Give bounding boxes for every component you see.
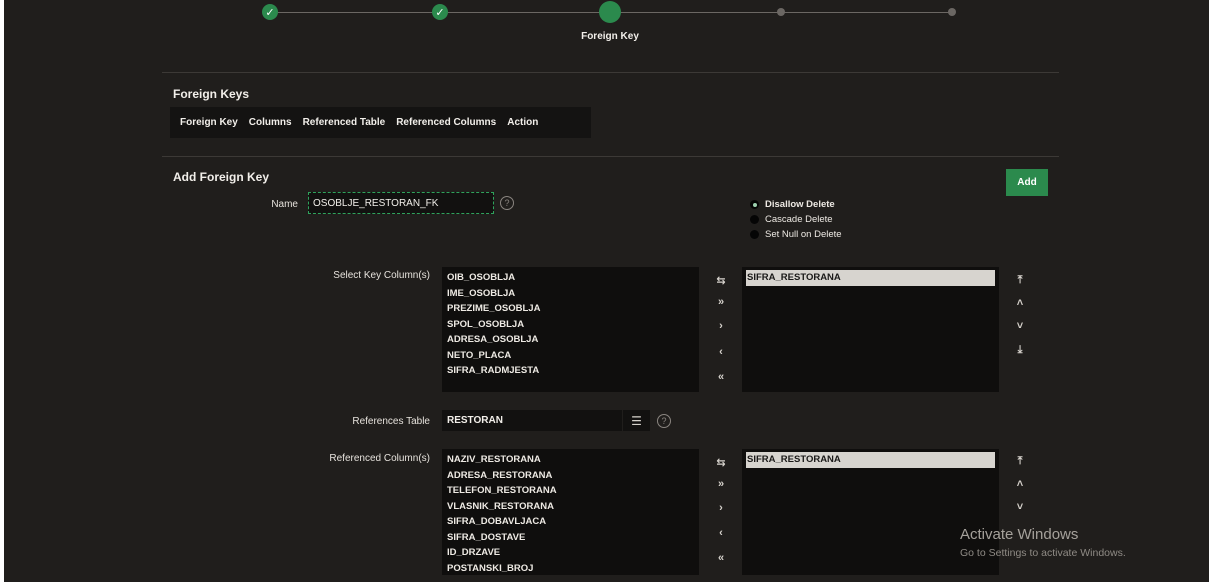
remove-all-icon[interactable]: « [711, 548, 731, 568]
wizard-line-4 [781, 12, 952, 13]
radio-label: Set Null on Delete [765, 229, 842, 240]
remove-icon[interactable]: ‹ [711, 523, 731, 543]
references-table-label: References Table [352, 416, 430, 427]
list-item[interactable]: SIFRA_DOBAVLJACA [446, 514, 695, 530]
move-all-icon[interactable]: » [711, 292, 731, 312]
wizard-line-2 [440, 12, 610, 13]
list-item[interactable]: PREZIME_OSOBLJA [446, 301, 695, 317]
key-selected-list[interactable]: SIFRA_RESTORANA [742, 267, 999, 392]
list-item[interactable]: ADRESA_RESTORANA [446, 468, 695, 484]
list-item[interactable]: SPOL_OSOBLJA [446, 317, 695, 333]
move-bottom-icon[interactable]: ⤓ [1010, 340, 1030, 360]
radio-label: Disallow Delete [765, 199, 835, 210]
divider [162, 72, 1059, 73]
radio-disallow-delete[interactable]: Disallow Delete [750, 197, 842, 212]
remove-icon[interactable]: ‹ [711, 342, 731, 362]
wizard-line-3 [610, 12, 781, 13]
add-button[interactable]: Add [1006, 169, 1048, 196]
activate-windows-watermark: Activate Windows [960, 526, 1079, 543]
list-item[interactable]: POSTANSKI_BROJ [446, 561, 695, 577]
column-header[interactable]: Referenced Columns [396, 117, 496, 128]
list-item[interactable]: SIFRA_RADMJESTA [446, 363, 695, 379]
wizard-line-1 [270, 12, 440, 13]
wizard-progress: ✓ ✓ Foreign Key [0, 0, 1213, 50]
name-label: Name [271, 199, 298, 210]
list-item[interactable]: ADRESA_OSOBLJA [446, 332, 695, 348]
list-item[interactable]: SIFRA_RESTORANA [746, 452, 995, 468]
wizard-step-2[interactable]: ✓ [432, 4, 448, 20]
move-down-icon[interactable]: ˅ [1010, 497, 1030, 517]
delete-rule-radio-group: Disallow Delete Cascade Delete Set Null … [750, 197, 842, 242]
radio-cascade-delete[interactable]: Cascade Delete [750, 212, 842, 227]
check-icon: ✓ [435, 6, 445, 19]
help-icon[interactable]: ? [500, 196, 514, 210]
list-item[interactable]: ID_DRZAVE [446, 545, 695, 561]
radio-icon [750, 215, 759, 224]
wizard-step-1[interactable]: ✓ [262, 4, 278, 20]
list-item[interactable]: OIB_OSOBLJA [446, 270, 695, 286]
list-item[interactable]: VLASNIK_RESTORANA [446, 499, 695, 515]
radio-selected-icon [750, 200, 759, 209]
column-header[interactable]: Columns [249, 117, 292, 128]
move-icon[interactable]: › [711, 316, 731, 336]
list-item[interactable]: TELEFON_RESTORANA [446, 483, 695, 499]
column-header[interactable]: Foreign Key [180, 117, 238, 128]
list-item[interactable]: SIFRA_RESTORANA [746, 270, 995, 286]
wizard-step-5 [948, 8, 956, 16]
reset-icon[interactable]: ⇆ [711, 270, 731, 290]
radio-set-null-on-delete[interactable]: Set Null on Delete [750, 227, 842, 242]
move-up-icon[interactable]: ˄ [1010, 293, 1030, 313]
activate-windows-hint: Go to Settings to activate Windows. [960, 547, 1126, 559]
remove-all-icon[interactable]: « [711, 367, 731, 387]
ref-available-list[interactable]: NAZIV_RESTORANA ADRESA_RESTORANA TELEFON… [442, 449, 699, 575]
references-table-input[interactable] [442, 410, 622, 431]
list-item[interactable]: NAZIV_RESTORANA [446, 452, 695, 468]
list-of-values-icon[interactable]: ☰ [623, 410, 650, 431]
move-down-icon[interactable]: ˅ [1010, 316, 1030, 336]
key-available-list[interactable]: OIB_OSOBLJA IME_OSOBLJA PREZIME_OSOBLJA … [442, 267, 699, 392]
foreign-keys-table-header: Foreign Key Columns Referenced Table Ref… [170, 107, 591, 138]
check-icon: ✓ [265, 6, 275, 19]
right-edge [1209, 0, 1213, 582]
list-item[interactable]: IME_OSOBLJA [446, 286, 695, 302]
radio-icon [750, 230, 759, 239]
column-header[interactable]: Referenced Table [303, 117, 386, 128]
add-foreign-key-title: Add Foreign Key [173, 170, 270, 184]
select-key-columns-label: Select Key Column(s) [333, 270, 430, 281]
wizard-step-current [599, 1, 621, 23]
move-top-icon[interactable]: ⤒ [1010, 451, 1030, 471]
radio-label: Cascade Delete [765, 214, 833, 225]
list-item[interactable]: NETO_PLACA [446, 348, 695, 364]
list-item[interactable]: SIFRA_DOSTAVE [446, 530, 695, 546]
help-icon[interactable]: ? [657, 414, 671, 428]
name-input[interactable] [308, 192, 494, 214]
foreign-keys-title: Foreign Keys [173, 87, 250, 101]
move-top-icon[interactable]: ⤒ [1010, 270, 1030, 290]
wizard-step-label: Foreign Key [581, 31, 639, 42]
move-icon[interactable]: › [711, 498, 731, 518]
left-edge [0, 0, 4, 582]
wizard-step-4 [777, 8, 785, 16]
move-up-icon[interactable]: ˄ [1010, 474, 1030, 494]
column-header[interactable]: Action [507, 117, 538, 128]
reset-icon[interactable]: ⇆ [711, 452, 731, 472]
move-all-icon[interactable]: » [711, 474, 731, 494]
referenced-columns-label: Referenced Column(s) [329, 453, 430, 464]
divider [162, 156, 1059, 157]
